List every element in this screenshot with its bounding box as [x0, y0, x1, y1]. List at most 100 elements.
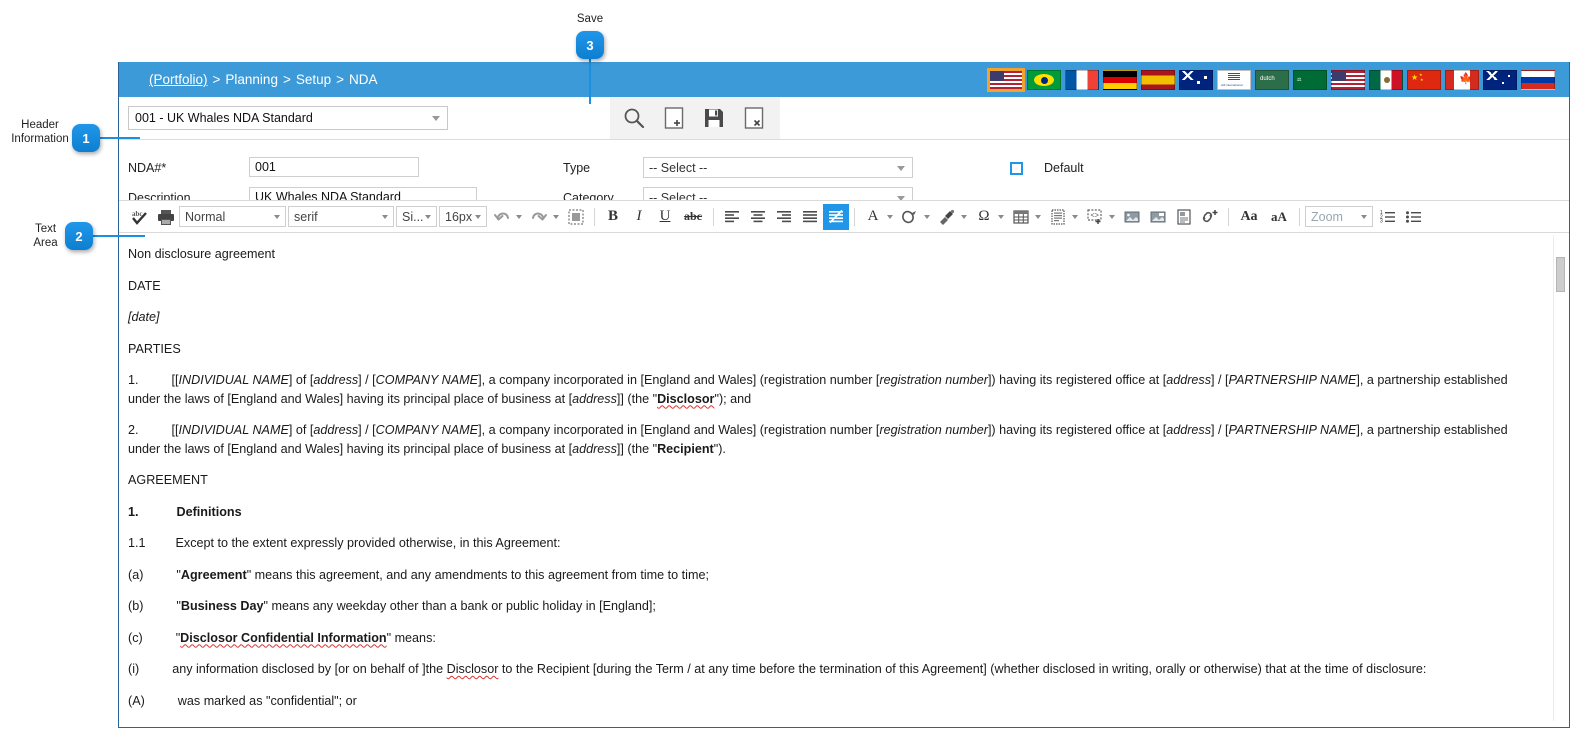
doc-definition-b: (b) "Business Day" means any weekday othe…: [128, 599, 656, 613]
font-size-unit-select[interactable]: Si...: [396, 206, 437, 227]
breadcrumb-separator: >: [212, 72, 221, 87]
select-all-icon[interactable]: [563, 204, 589, 230]
search-icon[interactable]: [619, 103, 649, 133]
toolbar-separator: [713, 207, 714, 226]
flag-usa-selected-icon[interactable]: [987, 67, 1025, 92]
align-left-icon[interactable]: [719, 204, 745, 230]
zoom-value: Zoom: [1311, 209, 1343, 224]
insert-code-icon[interactable]: <>: [1082, 204, 1108, 230]
flag-dutch-icon[interactable]: dutch: [1255, 69, 1289, 90]
type-select[interactable]: -- Select --: [643, 157, 913, 178]
page-layout-dropdown-arrow-icon[interactable]: [1072, 214, 1078, 219]
clause-1-title: Definitions: [176, 504, 242, 519]
undo-icon[interactable]: [489, 204, 515, 230]
document-scrollbar[interactable]: [1553, 235, 1567, 721]
underline-button[interactable]: U: [652, 204, 678, 230]
paragraph-format-value: Normal: [185, 209, 226, 224]
flag-brazil-icon[interactable]: [1027, 69, 1061, 90]
paint-brush-icon[interactable]: [934, 204, 960, 230]
breadcrumb-bar: (Portfolio) > Planning > Setup > NDA still int…: [119, 62, 1569, 97]
doc-definition-A: (A) was marked as "confidential"; or: [128, 692, 1539, 711]
flag-russia-icon[interactable]: [1521, 69, 1555, 90]
align-right-icon[interactable]: [771, 204, 797, 230]
new-record-icon[interactable]: [659, 103, 689, 133]
flag-usa-icon[interactable]: [1331, 69, 1365, 90]
language-flag-list: still international dutch ⚖ ★ ★ ★ 🍁: [987, 67, 1559, 92]
flag-china-icon[interactable]: ★ ★ ★: [1407, 69, 1441, 90]
table-icon[interactable]: [1008, 204, 1034, 230]
undo-dropdown-arrow-icon[interactable]: [516, 214, 522, 219]
bullet-list-icon[interactable]: [1401, 204, 1427, 230]
party-1-role: Disclosor: [657, 391, 715, 406]
redo-dropdown-arrow-icon[interactable]: [553, 214, 559, 219]
scrollbar-thumb[interactable]: [1556, 257, 1565, 292]
toolbar-separator: [1228, 207, 1229, 226]
paragraph-format-select[interactable]: Normal: [179, 206, 286, 227]
flag-mexico-icon[interactable]: [1369, 69, 1403, 90]
text-color-icon[interactable]: A: [860, 204, 886, 230]
callout-line-2: [93, 235, 145, 237]
special-character-icon[interactable]: Ω: [971, 204, 997, 230]
page-layout-icon[interactable]: [1045, 204, 1071, 230]
flag-international-icon[interactable]: still international: [1217, 69, 1251, 90]
flag-australia-icon[interactable]: [1179, 69, 1213, 90]
callout-badge-2: 2: [65, 222, 93, 250]
breadcrumb-item-portfolio[interactable]: (Portfolio): [149, 72, 208, 87]
document-image-icon[interactable]: [1171, 204, 1197, 230]
save-icon[interactable]: [699, 103, 729, 133]
fill-color-icon[interactable]: [897, 204, 923, 230]
flag-saudi-arabia-icon[interactable]: ⚖: [1293, 69, 1327, 90]
numbered-list-icon[interactable]: 123: [1375, 204, 1401, 230]
decrease-font-size-label: aA: [1271, 208, 1287, 224]
fill-color-dropdown-arrow-icon[interactable]: [924, 214, 930, 219]
doc-definition-a: (a) "Agreement" means this agreement, and…: [128, 567, 709, 582]
text-color-dropdown-arrow-icon[interactable]: [887, 214, 893, 219]
doc-agreement-heading-text: AGREEMENT: [128, 473, 208, 487]
nda-number-field[interactable]: 001: [249, 157, 419, 177]
spellcheck-icon[interactable]: abc: [127, 204, 153, 230]
picture-icon[interactable]: [1145, 204, 1171, 230]
increase-font-size-button[interactable]: Aa: [1234, 204, 1264, 230]
record-select[interactable]: 001 - UK Whales NDA Standard: [128, 106, 448, 130]
remove-format-icon[interactable]: [823, 203, 849, 230]
doc-definition-c: (c) "Disclosor Confidential Information" …: [128, 630, 436, 645]
breadcrumb-item-setup[interactable]: Setup: [296, 72, 331, 87]
default-checkbox[interactable]: [1010, 162, 1023, 175]
flag-canada-icon[interactable]: 🍁: [1445, 69, 1479, 90]
align-justify-icon[interactable]: [797, 204, 823, 230]
definition-a-number: (a): [128, 567, 144, 582]
redo-icon[interactable]: [526, 204, 552, 230]
link-add-icon[interactable]: [1197, 204, 1223, 230]
paint-brush-dropdown-arrow-icon[interactable]: [961, 214, 967, 219]
flag-france-icon[interactable]: [1065, 69, 1099, 90]
zoom-select[interactable]: Zoom: [1305, 206, 1373, 227]
insert-code-dropdown-arrow-icon[interactable]: [1109, 214, 1115, 219]
flag-new-zealand-icon[interactable]: [1483, 69, 1517, 90]
flag-spain-icon[interactable]: [1141, 69, 1175, 90]
header-information-panel: NDA#* 001 Description UK Whales NDA Stan…: [119, 139, 1569, 208]
image-icon[interactable]: [1119, 204, 1145, 230]
bold-button[interactable]: B: [600, 204, 626, 230]
breadcrumb-item-planning[interactable]: Planning: [225, 72, 278, 87]
special-character-label: Ω: [978, 208, 990, 224]
document-text-area[interactable]: Non disclosure agreement DATE [date] PAR…: [119, 233, 1569, 725]
text-color-label: A: [867, 208, 879, 224]
delete-record-icon[interactable]: [739, 103, 769, 133]
align-center-icon[interactable]: [745, 204, 771, 230]
italic-button[interactable]: I: [626, 204, 652, 230]
breadcrumb-separator: >: [282, 72, 291, 87]
breadcrumb-item-nda[interactable]: NDA: [349, 72, 378, 87]
special-character-dropdown-arrow-icon[interactable]: [998, 214, 1004, 219]
printer-icon[interactable]: [153, 204, 179, 230]
strikethrough-button[interactable]: abc: [678, 204, 708, 230]
doc-date-placeholder-text: [date]: [128, 310, 160, 324]
clause-1-1-text: Except to the extent expressly provided …: [175, 536, 561, 550]
application-window: (Portfolio) > Planning > Setup > NDA still int…: [118, 62, 1570, 728]
decrease-font-size-button[interactable]: aA: [1264, 204, 1294, 230]
font-size-select[interactable]: 16px: [439, 206, 487, 227]
flag-germany-icon[interactable]: [1103, 69, 1137, 90]
table-dropdown-arrow-icon[interactable]: [1035, 214, 1041, 219]
bold-label: B: [607, 208, 618, 224]
font-family-select[interactable]: serif: [288, 206, 394, 227]
type-select-value: -- Select --: [649, 160, 708, 175]
